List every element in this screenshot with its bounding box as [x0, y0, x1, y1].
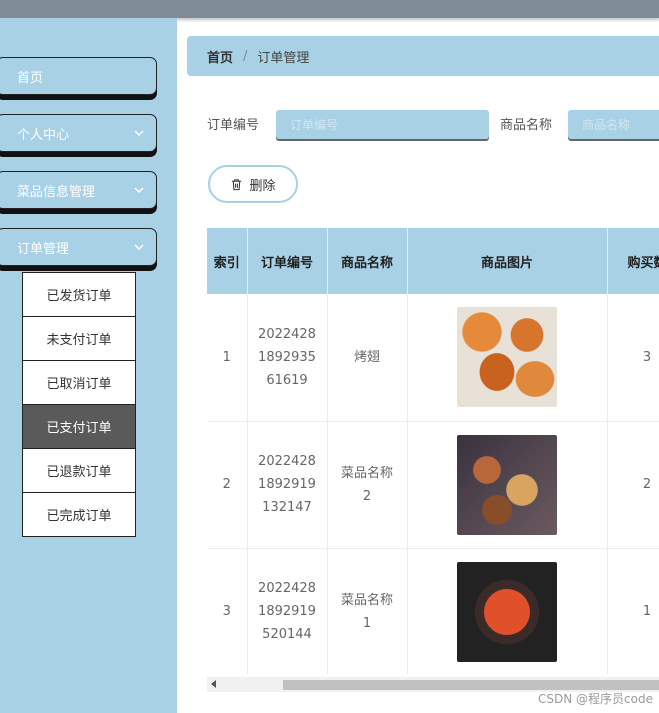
cell-order-no: 2022428 1892919 132147: [247, 421, 328, 549]
cell-product-image: [407, 548, 608, 674]
sidebar-item-label: 个人中心: [17, 127, 70, 143]
column-header-quantity: 购买数: [607, 228, 659, 294]
submenu-item-completed[interactable]: 已完成订单: [23, 492, 135, 536]
order-table: 索引 订单编号 商品名称 商品图片 购买数 1 2022428 1892935 …: [207, 228, 659, 674]
order-no-label: 订单编号: [207, 118, 260, 133]
cell-index: 1: [207, 294, 248, 422]
chevron-down-icon: [134, 130, 144, 137]
column-header-index: 索引: [207, 228, 248, 294]
product-name-input[interactable]: [568, 110, 659, 139]
watermark: CSDN @程序员code: [538, 692, 653, 706]
cell-index: 3: [207, 548, 248, 674]
cell-order-no: 2022428 1892919 520144: [247, 548, 328, 674]
product-name-label: 商品名称: [500, 118, 553, 133]
cell-quantity: 1: [607, 548, 659, 674]
order-submenu: 已发货订单 未支付订单 已取消订单 已支付订单 已退款订单 已完成订单: [22, 272, 136, 537]
breadcrumb: 首页 / 订单管理: [187, 36, 659, 76]
cell-product-name: 烤翅: [327, 294, 408, 422]
sidebar-item-dish-management[interactable]: 菜品信息管理: [0, 171, 157, 209]
cell-quantity: 3: [607, 294, 659, 422]
table-row[interactable]: 2 2022428 1892919 132147 菜品名称 2 2: [207, 421, 659, 549]
sidebar-item-label: 订单管理: [17, 241, 70, 257]
cell-product-name: 菜品名称 1: [327, 548, 408, 674]
submenu-item-paid[interactable]: 已支付订单: [23, 404, 135, 448]
product-image[interactable]: [457, 561, 557, 662]
breadcrumb-current: 订单管理: [257, 50, 310, 66]
trash-icon: [232, 178, 242, 190]
order-table-container: 索引 订单编号 商品名称 商品图片 购买数 1 2022428 1892935 …: [207, 228, 659, 674]
sidebar-item-personal-center[interactable]: 个人中心: [0, 114, 157, 152]
product-image[interactable]: [457, 434, 557, 535]
delete-button-label: 删除: [249, 178, 276, 194]
column-header-product-name: 商品名称: [327, 228, 408, 294]
cell-order-no: 2022428 1892935 61619: [247, 294, 328, 422]
scroll-left-arrow-icon[interactable]: [211, 680, 216, 688]
delete-button[interactable]: 删除: [208, 165, 298, 203]
table-header-row: 索引 订单编号 商品名称 商品图片 购买数: [207, 228, 659, 294]
cell-product-image: [407, 421, 608, 549]
submenu-item-shipped[interactable]: 已发货订单: [23, 272, 135, 316]
column-header-product-image: 商品图片: [407, 228, 608, 294]
chevron-down-icon: [134, 187, 144, 194]
order-no-input[interactable]: [276, 110, 489, 139]
product-image[interactable]: [457, 307, 557, 408]
submenu-item-cancelled[interactable]: 已取消订单: [23, 360, 135, 404]
sidebar-item-home[interactable]: 首页: [0, 57, 157, 95]
breadcrumb-home[interactable]: 首页: [207, 47, 233, 66]
top-bar: [0, 0, 659, 18]
table-row[interactable]: 1 2022428 1892935 61619 烤翅 3: [207, 294, 659, 422]
breadcrumb-separator: /: [243, 48, 248, 64]
submenu-item-refunded[interactable]: 已退款订单: [23, 448, 135, 492]
sidebar-item-order-management[interactable]: 订单管理: [0, 228, 157, 266]
sidebar-item-label: 菜品信息管理: [17, 184, 96, 200]
cell-product-image: [407, 294, 608, 422]
submenu-item-unpaid[interactable]: 未支付订单: [23, 316, 135, 360]
cell-product-name: 菜品名称 2: [327, 421, 408, 549]
chevron-down-icon: [134, 244, 144, 251]
scrollbar-thumb[interactable]: [283, 680, 659, 690]
cell-quantity: 2: [607, 421, 659, 549]
column-header-order-no: 订单编号: [247, 228, 328, 294]
table-row[interactable]: 3 2022428 1892919 520144 菜品名称 1 1: [207, 548, 659, 674]
sidebar-item-label: 首页: [17, 70, 44, 86]
cell-index: 2: [207, 421, 248, 549]
